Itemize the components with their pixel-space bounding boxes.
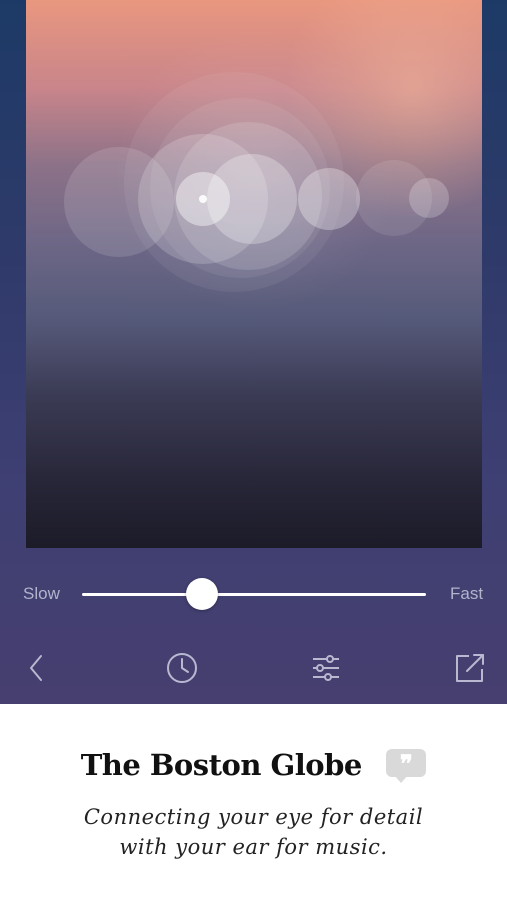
clock-icon [167, 653, 197, 683]
brand-logo: The Boston Globe [80, 748, 363, 782]
bokeh-bubble [409, 178, 449, 218]
tagline-line-1: Connecting your eye for detail [83, 805, 424, 829]
chevron-left-icon [30, 655, 42, 681]
speed-slider-thumb[interactable] [186, 578, 219, 610]
sliders-icon [313, 655, 339, 681]
speed-control: Slow Fast [0, 570, 507, 618]
speed-slider-track[interactable] [82, 593, 426, 596]
tagline-line-2: with your ear for music. [119, 835, 388, 859]
app-panel: Slow Fast [0, 0, 507, 704]
bottom-toolbar [0, 640, 507, 696]
quote-bubble-icon: ❞ [386, 749, 427, 783]
bokeh-bubble [298, 168, 360, 230]
settings-button[interactable] [306, 648, 346, 688]
share-button[interactable] [450, 648, 490, 688]
bokeh-bubble [199, 195, 207, 203]
promo-panel: The Boston Globe ❞ Connecting your eye f… [0, 704, 507, 900]
history-button[interactable] [162, 648, 202, 688]
fast-label: Fast [450, 584, 484, 603]
back-button[interactable] [16, 648, 56, 688]
photo-viewer[interactable] [26, 0, 482, 548]
slow-label: Slow [23, 584, 60, 603]
promo-tagline: Connecting your eye for detail with your… [0, 802, 507, 862]
brand-row: The Boston Globe ❞ [0, 748, 507, 792]
share-icon [456, 654, 484, 682]
